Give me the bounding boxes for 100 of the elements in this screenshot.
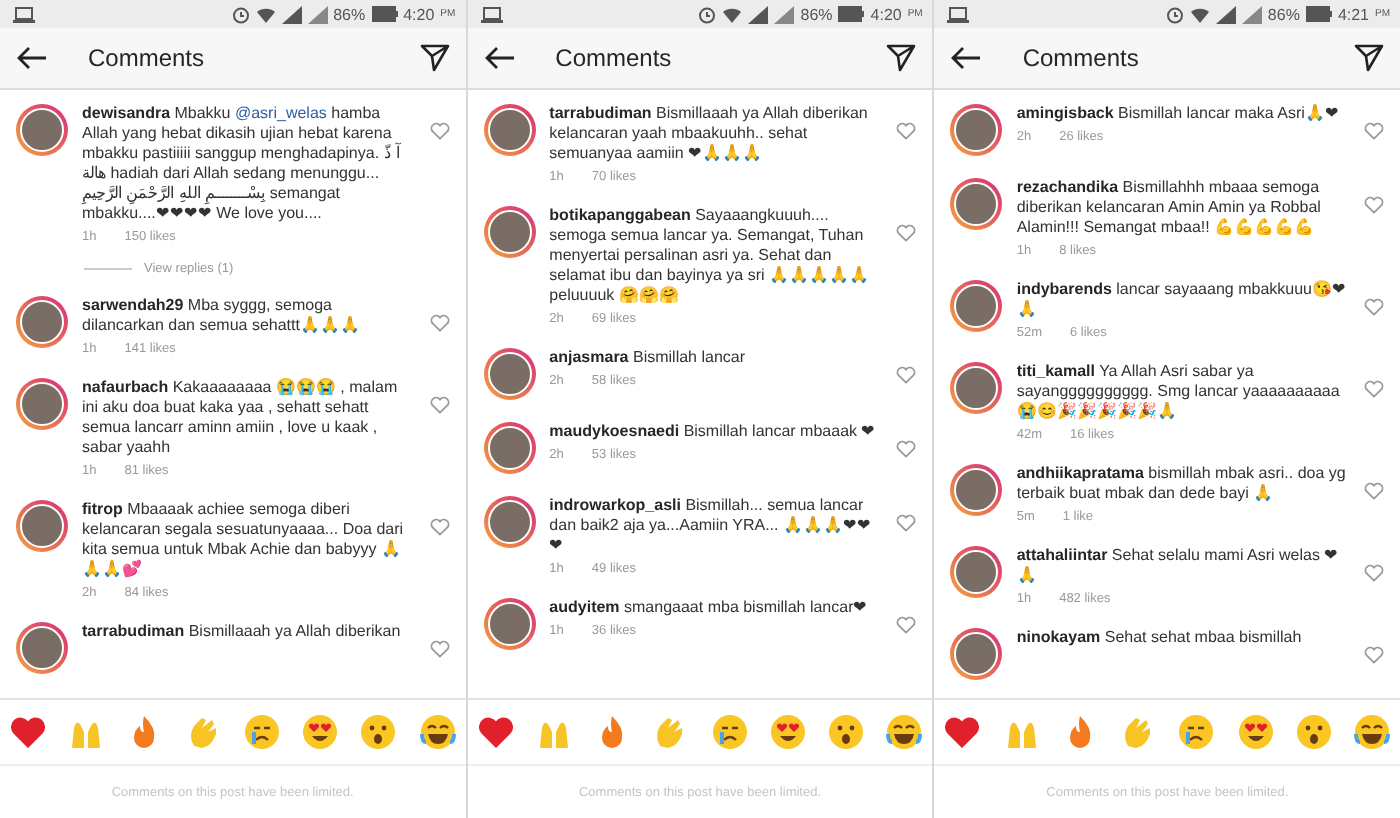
username-link[interactable]: fitrop — [82, 500, 123, 518]
heart-eyes-face-icon[interactable] — [300, 712, 341, 752]
back-arrow-icon — [483, 46, 516, 70]
avatar[interactable] — [16, 296, 68, 348]
heart-icon[interactable] — [429, 314, 450, 332]
heart-icon[interactable] — [1364, 196, 1385, 214]
heart-icon[interactable] — [8, 712, 48, 752]
avatar[interactable] — [483, 206, 536, 258]
signal-icon — [307, 5, 328, 23]
alarm-icon — [1165, 5, 1184, 23]
comment-text: audyitem smangaaat mba bismillah lancar❤ — [549, 598, 870, 618]
heart-icon[interactable] — [896, 366, 917, 384]
crying-face-icon[interactable] — [1176, 712, 1217, 752]
username-link[interactable]: attahaliintar — [1016, 546, 1108, 564]
heart-icon[interactable] — [429, 640, 450, 658]
username-link[interactable]: audyitem — [549, 598, 620, 616]
surprised-face-icon[interactable] — [826, 712, 867, 752]
mention-link[interactable]: @asri_welas — [234, 104, 327, 122]
username-link[interactable]: dewisandra — [82, 104, 171, 122]
signal-icon — [1215, 5, 1236, 23]
battery-percent: 86% — [1267, 5, 1300, 23]
username-link[interactable]: andhiikapratama — [1016, 464, 1144, 482]
username-link[interactable]: tarrabudiman — [549, 104, 652, 122]
username-link[interactable]: titi_kamall — [1016, 362, 1095, 380]
paper-plane-icon — [886, 44, 917, 72]
comment-text: fitrop Mbaaaak achiee semoga diberi kelancaran segala sesuatunyaaaa... Doa dari kita semua untuk Mbak Achie dan babyyy 🙏🙏🙏💕 — [82, 500, 406, 580]
heart-icon[interactable] — [1364, 564, 1385, 582]
username-link[interactable]: rezachandika — [1016, 178, 1119, 196]
heart-icon[interactable] — [475, 712, 516, 752]
heart-icon[interactable] — [1364, 482, 1385, 500]
back-arrow-icon — [950, 46, 983, 70]
avatar[interactable] — [950, 362, 1003, 414]
share-button[interactable] — [882, 40, 921, 76]
avatar[interactable] — [950, 104, 1003, 156]
avatar[interactable] — [16, 500, 68, 552]
alarm-icon — [231, 5, 250, 23]
heart-icon[interactable] — [429, 518, 450, 536]
back-arrow-icon — [16, 46, 48, 70]
battery-percent: 86% — [333, 5, 366, 23]
comment-text: amingisback Bismillah lancar maka Asri🙏❤ — [1016, 104, 1341, 124]
avatar[interactable] — [950, 546, 1003, 598]
signal-icon — [774, 5, 795, 23]
heart-eyes-face-icon[interactable] — [767, 712, 808, 752]
crying-face-icon[interactable] — [709, 712, 750, 752]
paper-plane-icon — [419, 44, 450, 72]
share-button[interactable] — [1350, 40, 1389, 76]
wifi-icon — [1189, 5, 1210, 23]
laughing-face-icon[interactable] — [417, 712, 458, 752]
heart-icon[interactable] — [1364, 380, 1385, 398]
comment-text: tarrabudiman Bismillaaah ya Allah diberikan — [82, 622, 403, 642]
surprised-face-icon[interactable] — [1293, 712, 1334, 752]
avatar[interactable] — [16, 104, 68, 156]
laughing-face-icon[interactable] — [884, 712, 925, 752]
avatar[interactable] — [483, 422, 536, 474]
clock-time: 4:21 — [1337, 5, 1370, 23]
avatar[interactable] — [950, 628, 1003, 680]
comment-text: andhiikapratama bismillah mbak asri.. doa yg terbaik buat mbak dan dede bayi 🙏 — [1016, 464, 1348, 504]
battery-icon — [838, 6, 865, 22]
username-link[interactable]: sarwendah29 — [82, 296, 184, 314]
heart-eyes-face-icon[interactable] — [1235, 712, 1276, 752]
wifi-icon — [722, 5, 743, 23]
username-link[interactable]: indrowarkop_asli — [549, 496, 681, 514]
avatar[interactable] — [16, 622, 68, 674]
heart-icon[interactable] — [896, 514, 917, 532]
paper-plane-icon — [1354, 44, 1385, 72]
username-link[interactable]: anjasmara — [549, 348, 629, 366]
laughing-face-icon[interactable] — [1351, 712, 1392, 752]
avatar[interactable] — [16, 378, 68, 430]
username-link[interactable]: botikapanggabean — [549, 206, 691, 224]
avatar[interactable] — [483, 104, 536, 156]
comment-text: rezachandika Bismillahhh mbaaa semoga diberikan kelancaran Amin Amin ya Robbal Alamin!!! Semangat mbaa!! 💪💪💪💪💪 — [1016, 178, 1323, 238]
avatar[interactable] — [483, 496, 536, 548]
avatar[interactable] — [483, 598, 536, 650]
crying-face-icon[interactable] — [241, 712, 282, 752]
avatar[interactable] — [483, 348, 536, 400]
avatar[interactable] — [950, 464, 1003, 516]
laptop-icon — [12, 5, 36, 23]
heart-icon[interactable] — [1364, 646, 1385, 664]
heart-icon[interactable] — [896, 122, 917, 140]
screen-title: Comments — [1022, 44, 1141, 72]
heart-icon[interactable] — [896, 224, 917, 242]
username-link[interactable]: maudykoesnaedi — [549, 422, 680, 440]
avatar[interactable] — [950, 178, 1003, 230]
heart-icon[interactable] — [1364, 298, 1385, 316]
heart-icon[interactable] — [429, 122, 450, 140]
heart-icon[interactable] — [896, 440, 917, 458]
heart-icon[interactable] — [942, 712, 983, 752]
username-link[interactable]: amingisback — [1016, 104, 1114, 122]
back-button[interactable] — [12, 42, 52, 74]
heart-icon[interactable] — [429, 396, 450, 414]
username-link[interactable]: nafaurbach — [82, 378, 169, 396]
heart-icon[interactable] — [1364, 122, 1385, 140]
surprised-face-icon[interactable] — [358, 712, 399, 752]
comment-text: nafaurbach Kakaaaaaaaa 😭😭😭 , malam ini aku doa buat kaka yaa , sehatt sehatt semua lancarr aminn amiin , love u kaak , sabar yaahh — [82, 378, 400, 458]
username-link[interactable]: indybarends — [1016, 280, 1112, 298]
username-link[interactable]: tarrabudiman — [82, 622, 185, 640]
username-link[interactable]: ninokayam — [1016, 628, 1101, 646]
heart-icon[interactable] — [896, 616, 917, 634]
avatar[interactable] — [950, 280, 1003, 332]
share-button[interactable] — [415, 40, 454, 76]
